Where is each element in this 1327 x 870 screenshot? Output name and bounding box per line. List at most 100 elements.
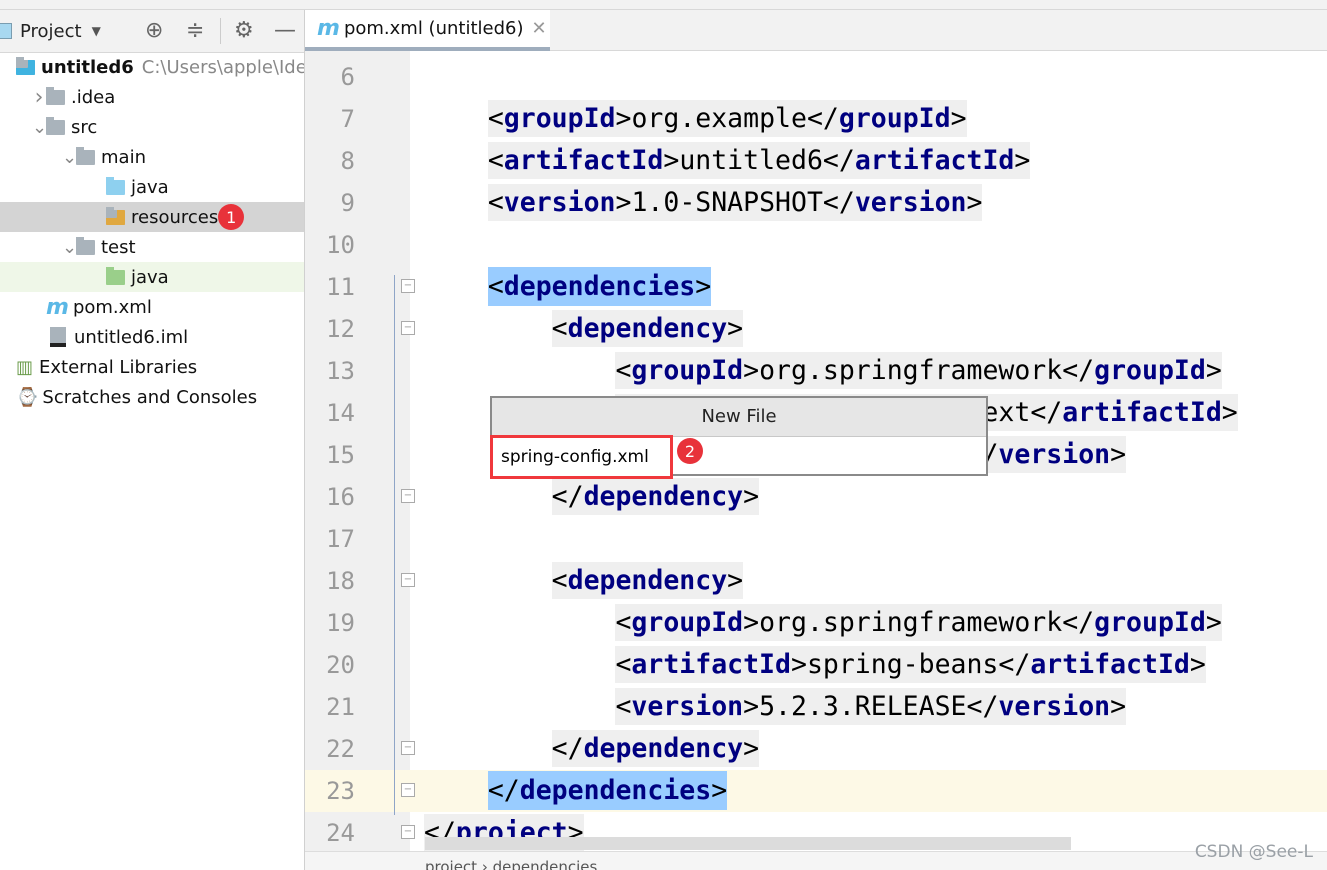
tree-item-label: src (71, 116, 98, 138)
code-line[interactable]: 12 − <dependency> (305, 308, 1327, 350)
horizontal-scrollbar[interactable] (425, 837, 1071, 850)
tree-item[interactable]: ▥ External Libraries (0, 352, 304, 382)
code-line[interactable]: 9 <version>1.0-SNAPSHOT</version> (305, 182, 1327, 224)
source-folder-icon (106, 176, 125, 195)
line-number: 10 (326, 231, 355, 259)
hide-icon[interactable]: — (274, 18, 296, 43)
code-text: <groupId>org.springframework</groupId> (424, 350, 1222, 392)
code-line[interactable]: 13 <groupId>org.springframework</groupId… (305, 350, 1327, 392)
xml-tag: dependency (567, 313, 728, 344)
fold-icon[interactable]: − (401, 573, 415, 587)
line-number: 17 (326, 525, 355, 553)
code-line[interactable]: 7 <groupId>org.example</groupId> (305, 98, 1327, 140)
fold-icon[interactable]: − (401, 489, 415, 503)
line-number: 8 (340, 147, 355, 175)
code-line[interactable]: 21 <version>5.2.3.RELEASE</version> (305, 686, 1327, 728)
code-line[interactable]: 16 − </dependency> (305, 476, 1327, 518)
resources-folder-icon (106, 206, 125, 225)
collapse-all-icon[interactable]: ≑ (186, 18, 204, 43)
chevron-down-icon[interactable]: ⌄ (62, 147, 77, 168)
code-line[interactable]: 18 − <dependency> (305, 560, 1327, 602)
tree-item[interactable]: ⌄ test (0, 232, 304, 262)
new-file-popup: New File 2 (490, 396, 988, 479)
line-number: 22 (326, 735, 355, 763)
code-line[interactable]: 10 (305, 224, 1327, 266)
tab-pom-xml[interactable]: m pom.xml (untitled6) ✕ (305, 10, 550, 51)
tree-item[interactable]: ⌄ src (0, 112, 304, 142)
code-text: <dependencies> (424, 266, 712, 308)
fold-icon[interactable]: − (401, 321, 415, 335)
maven-icon: m (317, 16, 340, 41)
gear-icon[interactable]: ⚙ (234, 18, 254, 43)
fold-icon[interactable]: − (401, 783, 415, 797)
tree-item[interactable]: java (0, 262, 304, 292)
tree-item[interactable]: untitled6 C:\Users\apple\IdeaProjects (0, 52, 304, 82)
line-number: 9 (340, 189, 355, 217)
change-marker (394, 275, 395, 815)
chevron-down-icon[interactable]: ▼ (92, 24, 101, 38)
xml-tag: dependencies (519, 775, 712, 806)
project-view-icon (0, 23, 12, 39)
code-line[interactable]: 6 (305, 56, 1327, 98)
project-panel: Project ▼ ⊕ ≑ ⚙ — untitled6 C:\Users\appl… (0, 10, 305, 870)
module-folder-icon (16, 56, 35, 75)
tree-item-label: .idea (71, 86, 116, 108)
folder-icon (46, 116, 65, 135)
title-strip (0, 0, 1327, 10)
tree-item-label: untitled6.iml (74, 326, 189, 348)
folder-icon (46, 86, 65, 105)
locate-icon[interactable]: ⊕ (145, 18, 163, 43)
tree-item[interactable]: › .idea (0, 82, 304, 112)
chevron-down-icon[interactable]: ⌄ (62, 237, 77, 258)
code-line[interactable]: 17 (305, 518, 1327, 560)
folder-icon (76, 146, 95, 165)
step-badge-2: 2 (677, 438, 703, 464)
file-name-input[interactable] (490, 435, 673, 479)
popup-title: New File (492, 398, 986, 437)
xml-tag: groupId (503, 103, 616, 134)
project-view-selector[interactable]: Project (20, 21, 82, 42)
code-line[interactable]: 20 <artifactId>spring-beans</artifactId> (305, 644, 1327, 686)
code-text: <dependency> (424, 560, 744, 602)
fold-icon[interactable]: − (401, 279, 415, 293)
line-number: 11 (326, 273, 355, 301)
tree-item[interactable]: java (0, 172, 304, 202)
xml-tag: version (631, 691, 744, 722)
tree-item[interactable]: untitled6.iml (0, 322, 304, 352)
tree-item-label: java (131, 176, 169, 198)
code-text: <artifactId>spring-beans</artifactId> (424, 644, 1206, 686)
code-line[interactable]: 22 − </dependency> (305, 728, 1327, 770)
project-tree: untitled6 C:\Users\apple\IdeaProjects › .id… (0, 52, 304, 412)
close-icon[interactable]: ✕ (531, 18, 546, 39)
code-line[interactable]: 23 − </dependencies> (305, 770, 1327, 812)
folder-icon (76, 236, 95, 255)
chevron-down-icon[interactable]: ⌄ (32, 117, 47, 138)
xml-tag: artifactId (503, 145, 664, 176)
code-line[interactable]: 11 − <dependencies> (305, 266, 1327, 308)
fold-icon[interactable]: − (401, 825, 415, 839)
xml-tag: version (503, 187, 616, 218)
line-number: 13 (326, 357, 355, 385)
watermark: CSDN @See-L (1194, 842, 1313, 862)
xml-tag: groupId (631, 607, 744, 638)
chevron-right-icon[interactable]: › (32, 85, 46, 110)
tree-item[interactable]: resources 1 (0, 202, 304, 232)
line-number: 15 (326, 441, 355, 469)
editor-tabs: m pom.xml (untitled6) ✕ (305, 10, 1327, 51)
fold-icon[interactable]: − (401, 741, 415, 755)
tree-item[interactable]: ⌄ main (0, 142, 304, 172)
code-line[interactable]: 19 <groupId>org.springframework</groupId… (305, 602, 1327, 644)
test-folder-icon (106, 266, 125, 285)
tree-item[interactable]: m pom.xml (0, 292, 304, 322)
xml-tag: version (998, 691, 1111, 722)
xml-tag: dependency (583, 733, 744, 764)
breadcrumb[interactable]: project › dependencies (305, 851, 1327, 870)
xml-tag: groupId (838, 103, 951, 134)
tree-item[interactable]: ⌚ Scratches and Consoles (0, 382, 304, 412)
code-line[interactable]: 8 <artifactId>untitled6</artifactId> (305, 140, 1327, 182)
xml-tag: groupId (631, 355, 744, 386)
line-number: 23 (326, 777, 355, 805)
tree-item-label: pom.xml (72, 296, 152, 318)
step-badge-1: 1 (218, 204, 245, 230)
code-text: </dependencies> (424, 770, 728, 812)
